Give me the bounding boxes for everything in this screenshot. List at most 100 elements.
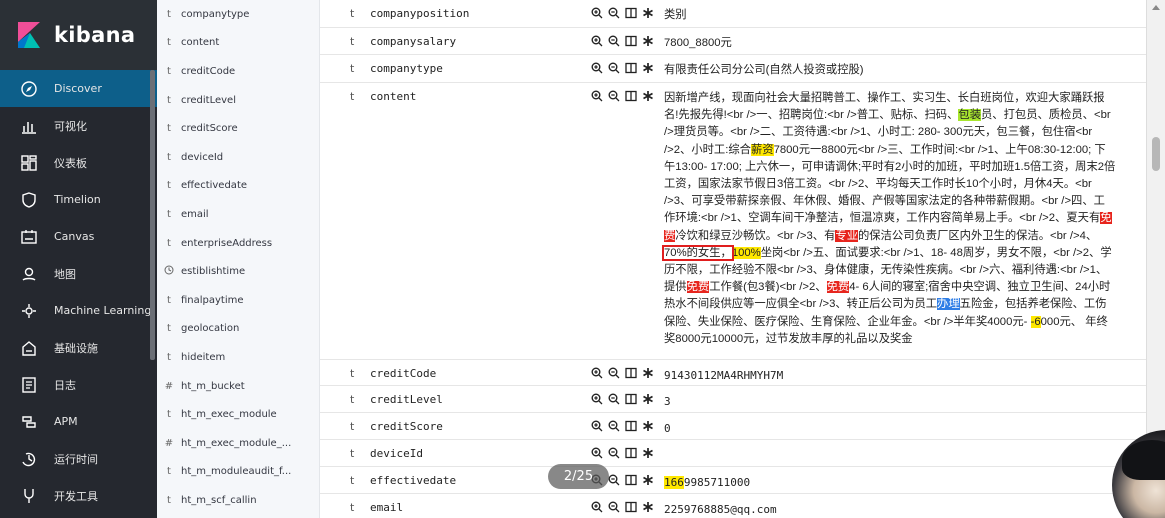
toggle-column-icon[interactable] [624,34,637,47]
row-actions [590,34,654,47]
field-type-indicator: t [350,474,355,487]
field-list-item[interactable]: t email [157,200,319,229]
nav-item-dashboard[interactable]: 仪表板 [0,144,157,181]
zoom-in-icon[interactable] [590,419,603,432]
nav-item-map-pin[interactable]: 地图 [0,255,157,292]
toggle-column-icon[interactable] [624,392,637,405]
toggle-column-icon[interactable] [624,366,637,379]
nav-item-bar-chart[interactable]: 可视化 [0,107,157,144]
nav-item-logs[interactable]: 日志 [0,366,157,403]
toggle-column-icon[interactable] [624,446,637,459]
toggle-column-icon[interactable] [624,473,637,486]
filter-exists-icon[interactable] [641,419,654,432]
uptime-icon [18,448,40,470]
doc-field-row-creditLevel: t creditLevel 3 [320,386,1146,413]
nav-item-shield[interactable]: Timelion [0,181,157,218]
nav-scrollbar[interactable] [150,70,155,360]
scroll-up-arrow-icon[interactable] [1152,5,1160,10]
nav-item-canvas[interactable]: Canvas [0,218,157,255]
field-list-item[interactable]: t deviceId [157,143,319,172]
field-name: ht_m_moduleaudit_f... [181,466,292,478]
nav-item-label: 基础设施 [54,341,98,355]
field-list-item[interactable]: t hideitem [157,343,319,372]
toggle-column-icon[interactable] [624,61,637,74]
field-name: creditScore [181,123,238,135]
filter-exists-icon[interactable] [641,34,654,47]
zoom-out-icon[interactable] [607,446,620,459]
value-text: 类别 [664,9,687,21]
field-list-item[interactable]: t creditScore [157,114,319,143]
doc-field-value: 类别 [664,7,1116,24]
toggle-column-icon[interactable] [624,6,637,19]
nav-item-infrastructure[interactable]: 基础设施 [0,329,157,366]
field-list-item[interactable]: t creditLevel [157,86,319,115]
zoom-in-icon[interactable] [590,34,603,47]
toggle-column-icon[interactable] [624,500,637,513]
filter-exists-icon[interactable] [641,500,654,513]
nav-item-uptime[interactable]: 运行时间 [0,440,157,477]
zoom-out-icon[interactable] [607,500,620,513]
zoom-in-icon[interactable] [590,446,603,459]
toggle-column-icon[interactable] [624,89,637,102]
filter-exists-icon[interactable] [641,366,654,379]
nav-item-apm[interactable]: APM [0,403,157,440]
doc-field-key: companysalary [370,35,457,48]
zoom-in-icon[interactable] [590,61,603,74]
zoom-out-icon[interactable] [607,6,620,19]
field-list-item[interactable]: # ht_m_bucket [157,372,319,401]
zoom-in-icon[interactable] [590,392,603,405]
filter-exists-icon[interactable] [641,473,654,486]
field-type-indicator: t [350,420,355,433]
scrollbar-thumb[interactable] [1152,137,1160,171]
zoom-out-icon[interactable] [607,392,620,405]
field-list-item[interactable]: t ht_m_exec_module [157,400,319,429]
zoom-in-icon[interactable] [590,6,603,19]
nav-item-ml[interactable]: Machine Learning [0,292,157,329]
filter-exists-icon[interactable] [641,61,654,74]
zoom-out-icon[interactable] [607,34,620,47]
field-list-item[interactable]: t ht_m_scf_callin [157,486,319,515]
zoom-out-icon[interactable] [607,366,620,379]
search-highlight: -6 [1030,315,1041,328]
field-type-indicator: t [350,501,355,514]
zoom-out-icon[interactable] [607,419,620,432]
value-text: 的保洁公司负责厂区内外卫生的保洁。<br />4、 [858,229,1098,242]
doc-field-value: 1669985711000 [664,474,1116,491]
doc-field-value: 7800_8800元 [664,35,1116,52]
field-list-item[interactable]: t creditCode [157,57,319,86]
doc-field-row-content: t content 因新增产线，现面向社会大量招聘普工、操作工、实习生、长白班岗位，… [320,83,1146,360]
field-list-item[interactable]: t companytype [157,0,319,29]
value-text: 2259768885@qq.com [664,503,777,516]
filter-exists-icon[interactable] [641,392,654,405]
field-list-item[interactable]: t content [157,29,319,58]
toggle-column-icon[interactable] [624,419,637,432]
zoom-in-icon[interactable] [590,366,603,379]
value-text: 有限责任公司分公司(自然人投资或控股) [664,64,864,76]
field-list-item[interactable]: estiblishtime [157,257,319,286]
field-type-indicator: t [167,180,171,192]
field-list-item[interactable]: t enterpriseAddress [157,229,319,258]
zoom-out-icon[interactable] [607,61,620,74]
field-list-item[interactable]: # ht_m_exec_module_... [157,429,319,458]
field-list-item[interactable]: t geolocation [157,315,319,344]
nav-item-wrench[interactable]: 开发工具 [0,477,157,514]
search-highlight: 70%的女生， [662,244,734,261]
field-list-item[interactable]: t finalpaytime [157,286,319,315]
field-name: effectivedate [181,180,248,192]
field-list-item[interactable]: t ht_m_moduleaudit_f... [157,458,319,487]
value-text: 7800_8800元 [664,37,732,49]
field-type-indicator: t [350,367,355,380]
zoom-in-icon[interactable] [590,500,603,513]
field-list-item[interactable]: t effectivedate [157,172,319,201]
field-type-indicator: # [164,437,174,449]
nav-item-label: APM [54,415,78,428]
filter-exists-icon[interactable] [641,6,654,19]
zoom-in-icon[interactable] [590,89,603,102]
filter-exists-icon[interactable] [641,446,654,459]
kibana-logo[interactable]: kibana [0,0,157,70]
filter-exists-icon[interactable] [641,89,654,102]
nav-item-compass[interactable]: Discover [0,70,157,107]
zoom-out-icon[interactable] [607,89,620,102]
field-type-indicator: t [167,294,171,306]
document-detail-table: t companyposition 类别 t companysalary 7800_880… [320,0,1146,518]
